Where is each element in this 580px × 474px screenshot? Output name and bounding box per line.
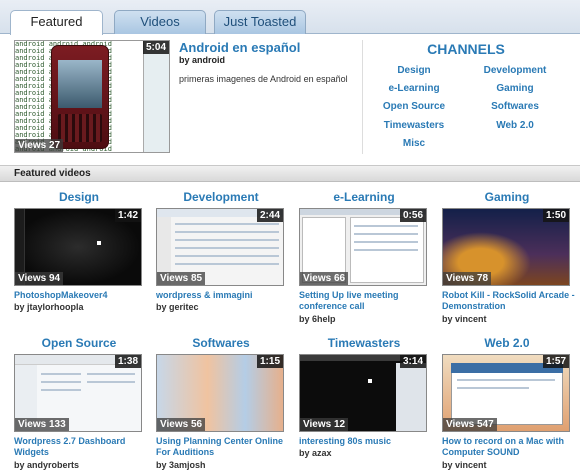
video-views: Views 94 — [15, 272, 64, 285]
by-label: by — [442, 460, 453, 470]
featured-video-thumbnail[interactable]: android android android android android … — [14, 40, 170, 153]
video-views: Views 27 — [15, 139, 64, 152]
video-duration: 1:38 — [114, 355, 141, 368]
video-title[interactable]: wordpress & immagini — [156, 290, 296, 301]
video-thumbnail[interactable]: 2:44 Views 85 — [156, 208, 284, 286]
video-duration: 1:57 — [542, 355, 569, 368]
video-author-line: by 3amjosh — [156, 460, 206, 470]
video-author-line: by geritec — [156, 302, 199, 312]
author-link[interactable]: android — [192, 55, 225, 65]
author-link[interactable]: 6help — [312, 314, 336, 324]
by-label: by — [14, 302, 25, 312]
video-views: Views 12 — [300, 418, 349, 431]
channels-heading: CHANNELS — [427, 41, 505, 57]
featured-video-description: primeras imagenes de Android en español — [179, 74, 348, 84]
video-title[interactable]: PhotoshopMakeover4 — [14, 290, 154, 301]
video-duration: 2:44 — [256, 209, 283, 222]
category-heading[interactable]: Gaming — [442, 190, 572, 204]
video-views: Views 547 — [443, 418, 497, 431]
video-author-line: by vincent — [442, 460, 487, 470]
video-thumbnail[interactable]: 1:15 Views 56 — [156, 354, 284, 432]
video-views: Views 66 — [300, 272, 349, 285]
video-thumbnail[interactable]: 1:57 Views 547 — [442, 354, 570, 432]
phone-image — [51, 45, 109, 149]
channel-misc[interactable]: Misc — [364, 138, 464, 149]
video-thumbnail[interactable]: 1:38 Views 133 — [14, 354, 142, 432]
video-author-line: by azax — [299, 448, 332, 458]
video-duration: 3:14 — [399, 355, 426, 368]
tab-videos[interactable]: Videos — [114, 10, 206, 34]
category-heading[interactable]: e-Learning — [299, 190, 429, 204]
channel-gaming[interactable]: Gaming — [465, 83, 565, 94]
author-link[interactable]: vincent — [455, 314, 487, 324]
tab-featured[interactable]: Featured — [10, 10, 103, 35]
category-heading[interactable]: Open Source — [14, 336, 144, 350]
video-views: Views 133 — [15, 418, 69, 431]
video-title[interactable]: Using Planning Center Online For Auditio… — [156, 436, 296, 458]
tab-just-toasted[interactable]: Just Toasted — [214, 10, 306, 34]
by-label: by — [14, 460, 25, 470]
video-title[interactable]: Setting Up live meeting conference call — [299, 290, 439, 312]
video-thumbnail[interactable]: 1:42 Views 94 — [14, 208, 142, 286]
thumbnail-side-panel — [143, 41, 169, 152]
video-duration: 1:42 — [114, 209, 141, 222]
video-views: Views 78 — [443, 272, 492, 285]
by-label: by — [179, 55, 190, 65]
channel-softwares[interactable]: Softwares — [465, 101, 565, 112]
video-author-line: by andyroberts — [14, 460, 79, 470]
by-label: by — [156, 460, 167, 470]
video-duration: 5:04 — [142, 41, 169, 54]
featured-video-title[interactable]: Android en español — [179, 40, 300, 55]
video-duration: 0:56 — [399, 209, 426, 222]
category-heading[interactable]: Development — [156, 190, 286, 204]
video-title[interactable]: Robot Kill - RockSolid Arcade - Demonstr… — [442, 290, 578, 312]
category-heading[interactable]: Softwares — [156, 336, 286, 350]
video-views: Views 85 — [157, 272, 206, 285]
channel-development[interactable]: Development — [465, 65, 565, 76]
featured-video-author-line: by android — [179, 55, 225, 65]
video-title[interactable]: Wordpress 2.7 Dashboard Widgets — [14, 436, 154, 458]
author-link[interactable]: geritec — [169, 302, 199, 312]
divider — [362, 40, 363, 154]
video-title[interactable]: interesting 80s music — [299, 436, 439, 447]
channel-web-2-0[interactable]: Web 2.0 — [465, 120, 565, 131]
author-link[interactable]: andyroberts — [27, 460, 79, 470]
category-heading[interactable]: Timewasters — [299, 336, 429, 350]
video-duration: 1:15 — [256, 355, 283, 368]
category-heading[interactable]: Design — [14, 190, 144, 204]
by-label: by — [156, 302, 167, 312]
by-label: by — [299, 314, 310, 324]
tab-bar: Featured Videos Just Toasted — [0, 0, 580, 35]
author-link[interactable]: jtaylorhoopla — [27, 302, 84, 312]
author-link[interactable]: 3amjosh — [169, 460, 206, 470]
video-author-line: by vincent — [442, 314, 487, 324]
video-views: Views 56 — [157, 418, 206, 431]
channel-design[interactable]: Design — [364, 65, 464, 76]
by-label: by — [442, 314, 453, 324]
author-link[interactable]: azax — [312, 448, 332, 458]
author-link[interactable]: vincent — [455, 460, 487, 470]
video-duration: 1:50 — [542, 209, 569, 222]
video-thumbnail[interactable]: 0:56 Views 66 — [299, 208, 427, 286]
section-featured-videos: Featured videos — [0, 165, 580, 182]
channel-open-source[interactable]: Open Source — [364, 101, 464, 112]
by-label: by — [299, 448, 310, 458]
video-thumbnail[interactable]: 3:14 Views 12 — [299, 354, 427, 432]
video-thumbnail[interactable]: 1:50 Views 78 — [442, 208, 570, 286]
channel-e-learning[interactable]: e-Learning — [364, 83, 464, 94]
video-title[interactable]: How to record on a Mac with Computer SOU… — [442, 436, 578, 458]
video-author-line: by 6help — [299, 314, 336, 324]
category-heading[interactable]: Web 2.0 — [442, 336, 572, 350]
video-author-line: by jtaylorhoopla — [14, 302, 84, 312]
channel-timewasters[interactable]: Timewasters — [364, 120, 464, 131]
